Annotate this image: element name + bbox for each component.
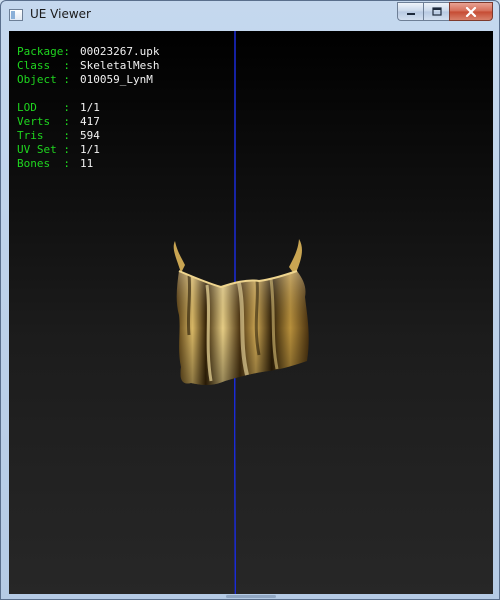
- uvset-label: UV Set :: [17, 143, 70, 156]
- object-value: 010059_LynM: [80, 73, 153, 86]
- app-window: UE Viewer Package: 00023267.upk Class: …: [0, 0, 500, 600]
- caption-buttons: [397, 2, 493, 21]
- maximize-button[interactable]: [423, 2, 449, 21]
- class-label: Class :: [17, 59, 70, 72]
- lod-label: LOD :: [17, 101, 70, 114]
- object-label: Object :: [17, 73, 70, 86]
- title-bar[interactable]: UE Viewer: [1, 1, 499, 31]
- minimize-button[interactable]: [397, 2, 423, 21]
- info-row-object: Object : 010059_LynM: [17, 73, 159, 87]
- uvset-value: 1/1: [80, 143, 100, 156]
- 3d-viewport[interactable]: Package: 00023267.upk Class : SkeletalMesh…: [9, 31, 493, 594]
- window-title: UE Viewer: [30, 7, 91, 21]
- package-value: 00023267.upk: [80, 45, 160, 58]
- skeletal-mesh-render[interactable]: [167, 235, 309, 391]
- lod-value: 1/1: [80, 101, 100, 114]
- info-row-bones: Bones : 11: [17, 157, 159, 171]
- minimize-icon: [406, 12, 415, 15]
- bones-label: Bones :: [17, 157, 70, 170]
- close-button[interactable]: [449, 2, 493, 21]
- mesh-info-overlay: Package: 00023267.upk Class : SkeletalMesh…: [17, 45, 159, 171]
- bones-value: 11: [80, 157, 94, 170]
- info-row-uvset: UV Set : 1/1: [17, 143, 159, 157]
- app-icon: [9, 9, 23, 21]
- close-icon: [465, 6, 477, 17]
- info-row-class: Class : SkeletalMesh: [17, 59, 159, 73]
- resize-grip[interactable]: [226, 595, 276, 598]
- class-value: SkeletalMesh: [80, 59, 160, 72]
- package-label: Package:: [17, 45, 70, 58]
- tris-label: Tris :: [17, 129, 70, 142]
- tris-value: 594: [80, 129, 100, 142]
- verts-label: Verts :: [17, 115, 70, 128]
- verts-value: 417: [80, 115, 100, 128]
- info-row-tris: Tris : 594: [17, 129, 159, 143]
- info-row-lod: LOD : 1/1: [17, 101, 159, 115]
- maximize-icon: [431, 7, 442, 16]
- info-row-verts: Verts : 417: [17, 115, 159, 129]
- info-row-package: Package: 00023267.upk: [17, 45, 159, 59]
